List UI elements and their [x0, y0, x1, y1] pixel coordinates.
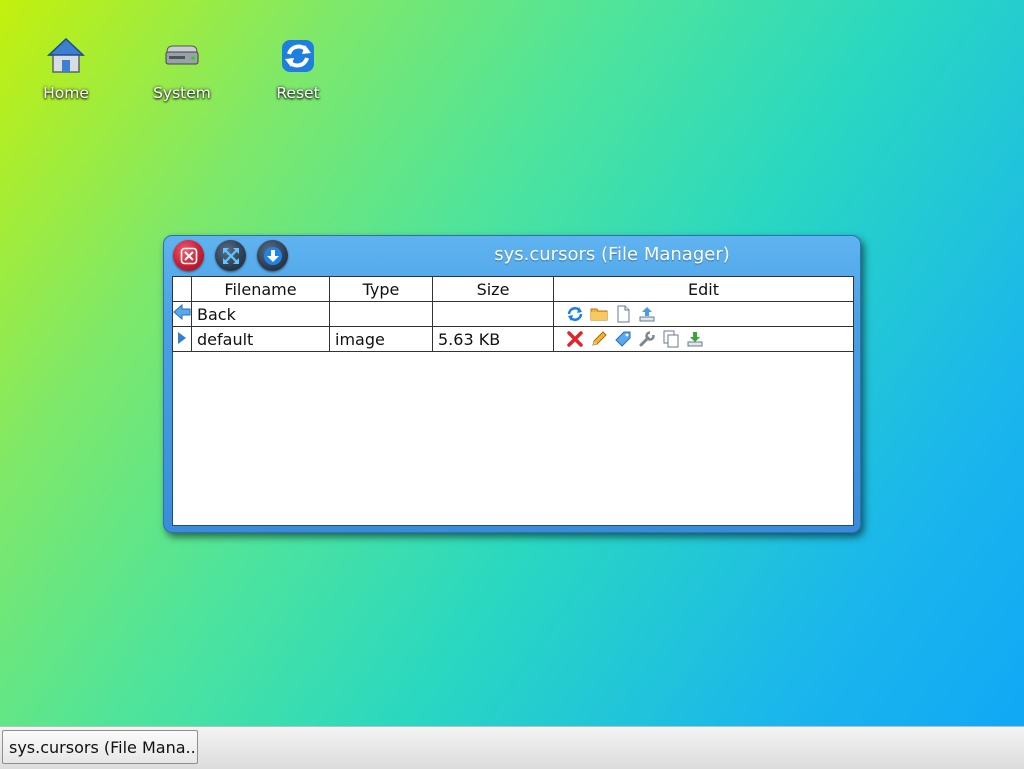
filename-cell[interactable]: Back	[191, 301, 330, 327]
table-header-row: Filename Type Size Edit	[172, 276, 854, 302]
column-header-edit: Edit	[553, 276, 854, 302]
new-file-icon[interactable]	[614, 305, 632, 323]
desktop-icon-label: System	[153, 84, 211, 102]
file-table: Filename Type Size Edit Back default ima…	[172, 276, 854, 352]
desktop-icon-reset[interactable]: Reset	[253, 36, 343, 102]
column-header-filename[interactable]: Filename	[191, 276, 330, 302]
row-icon-cell	[172, 301, 192, 327]
desktop-icon-label: Reset	[276, 84, 320, 102]
type-cell: image	[329, 326, 433, 352]
icon-column-header	[172, 276, 192, 302]
maximize-button[interactable]	[215, 240, 246, 271]
edit-cell	[553, 301, 854, 327]
column-header-type[interactable]: Type	[329, 276, 433, 302]
delete-icon[interactable]	[566, 330, 584, 348]
play-arrow-icon	[178, 331, 186, 344]
window-titlebar[interactable]: sys.cursors (File Manager)	[164, 236, 860, 276]
file-list-panel[interactable]: Filename Type Size Edit Back default ima…	[172, 276, 854, 526]
window-title: sys.cursors (File Manager)	[494, 244, 730, 265]
refresh-icon[interactable]	[566, 305, 584, 323]
minimize-icon	[263, 246, 282, 265]
size-cell	[432, 301, 554, 327]
minimize-button[interactable]	[257, 240, 288, 271]
copy-icon[interactable]	[662, 330, 680, 348]
table-row-default[interactable]: default image 5.63 KB	[172, 326, 854, 352]
table-row-back[interactable]: Back	[172, 301, 854, 327]
close-icon	[180, 247, 197, 264]
desktop-icon-label: Home	[43, 84, 89, 102]
tag-icon[interactable]	[614, 330, 632, 348]
close-button[interactable]	[173, 240, 204, 271]
desktop-icon-home[interactable]: Home	[21, 36, 111, 102]
upload-icon[interactable]	[638, 305, 656, 323]
edit-cell	[553, 326, 854, 352]
home-icon	[47, 37, 85, 73]
folder-icon[interactable]	[590, 305, 608, 323]
wrench-icon[interactable]	[638, 330, 656, 348]
drive-icon	[165, 45, 199, 65]
reset-icon	[282, 40, 314, 72]
row-icon-cell	[172, 326, 192, 352]
taskbar-window-button[interactable]: sys.cursors (File Mana...	[2, 730, 198, 764]
download-icon[interactable]	[686, 330, 704, 348]
rename-icon[interactable]	[590, 330, 608, 348]
type-cell	[329, 301, 433, 327]
taskbar: sys.cursors (File Mana...	[0, 726, 1024, 769]
desktop-icon-system[interactable]: System	[137, 36, 227, 102]
filename-cell[interactable]: default	[191, 326, 330, 352]
file-manager-window[interactable]: sys.cursors (File Manager) Filename Type…	[163, 235, 861, 533]
maximize-icon	[222, 247, 239, 264]
back-arrow-icon	[173, 303, 191, 321]
size-cell: 5.63 KB	[432, 326, 554, 352]
column-header-size[interactable]: Size	[432, 276, 554, 302]
